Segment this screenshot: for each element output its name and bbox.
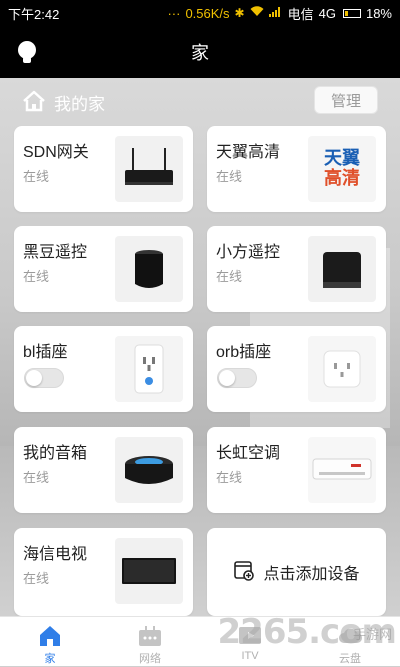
device-card-black-bean[interactable]: 黑豆遥控 在线 [14, 226, 193, 312]
device-card-sdn-gateway[interactable]: SDN网关 在线 [14, 126, 193, 212]
section-header: 我的家 管理 [0, 84, 400, 120]
home-icon [37, 624, 63, 648]
tianyi-logo-line2: 高清 [324, 168, 360, 189]
device-status: 在线 [23, 169, 50, 184]
device-name: SDN网关 [23, 144, 89, 161]
tab-home[interactable]: 家 [0, 617, 100, 667]
status-time: 下午2:42 [8, 6, 60, 22]
add-device-icon [233, 559, 255, 586]
power-toggle[interactable] [217, 368, 257, 388]
speaker-icon [115, 437, 183, 503]
tab-label: 网络 [139, 653, 161, 665]
watermark-sub: 手游网 [352, 627, 392, 642]
device-name: 海信电视 [23, 546, 88, 563]
air-conditioner-icon [308, 437, 376, 503]
device-card-orb-plug[interactable]: orb插座 [207, 326, 386, 412]
device-name: 黑豆遥控 [23, 244, 88, 261]
page-title: 家 [191, 43, 209, 63]
toggle-knob [26, 370, 42, 386]
device-name: 长虹空调 [216, 445, 281, 462]
device-card-air-conditioner[interactable]: 长虹空调 在线 [207, 427, 386, 513]
add-device-button[interactable]: 点击添加设备 [207, 528, 386, 616]
status-bar: 下午2:42 ··· 0.56K/s ✱ 电信 4G 18% [0, 0, 400, 26]
tab-network[interactable]: 网络 [100, 617, 200, 667]
network-icon [137, 624, 163, 648]
device-name: 天翼高清 [216, 144, 281, 161]
device-status: 在线 [23, 269, 50, 284]
device-card-tv[interactable]: 海信电视 在线 [14, 528, 193, 616]
device-name: bl插座 [23, 344, 68, 361]
avatar-icon[interactable] [14, 39, 40, 65]
tianyi-logo: 天翼 高清 [308, 136, 376, 202]
device-status: 在线 [23, 571, 50, 586]
network-type: 4G [318, 5, 336, 21]
toggle-knob [219, 370, 235, 386]
bluetooth-icon: ✱ [234, 6, 245, 20]
smart-plug-icon [308, 336, 376, 402]
device-card-bl-plug[interactable]: bl插座 [14, 326, 193, 412]
tab-label: 云盘 [339, 653, 361, 665]
device-card-cube-remote[interactable]: 小方遥控 在线 [207, 226, 386, 312]
status-indicators: ··· 0.56K/s ✱ 电信 4G 18% [167, 4, 392, 23]
network-speed: 0.56K/s [185, 5, 230, 21]
device-status: 在线 [23, 470, 50, 485]
status-dots: ··· [167, 5, 181, 21]
device-card-speaker[interactable]: 我的音箱 在线 [14, 427, 193, 513]
app-header: 家 [0, 26, 400, 78]
smart-plug-icon [115, 336, 183, 402]
device-name: orb插座 [216, 344, 272, 361]
device-status: 在线 [216, 169, 243, 184]
manage-button[interactable]: 管理 [314, 86, 378, 114]
tab-label: 家 [44, 653, 56, 665]
device-name: 我的音箱 [23, 445, 88, 462]
device-status: 在线 [216, 470, 243, 485]
device-status: 在线 [216, 269, 243, 284]
signal-icon [268, 6, 283, 20]
battery-icon [342, 8, 361, 18]
device-name: 小方遥控 [216, 244, 281, 261]
carrier-label: 电信 [287, 6, 314, 22]
wifi-icon [250, 6, 264, 20]
black-bean-remote-icon [115, 236, 183, 302]
add-device-label: 点击添加设备 [263, 566, 360, 583]
router-icon [115, 136, 183, 202]
cube-remote-icon [308, 236, 376, 302]
tianyi-logo-line1: 天翼 [324, 148, 360, 169]
device-card-tianyi[interactable]: 天翼高清 在线 天翼 高清 [207, 126, 386, 212]
tv-icon [115, 538, 183, 604]
battery-percent: 18% [365, 5, 392, 21]
power-toggle[interactable] [24, 368, 64, 388]
home-icon [22, 90, 46, 112]
section-title: 我的家 [54, 95, 105, 114]
battery-level [344, 10, 348, 16]
